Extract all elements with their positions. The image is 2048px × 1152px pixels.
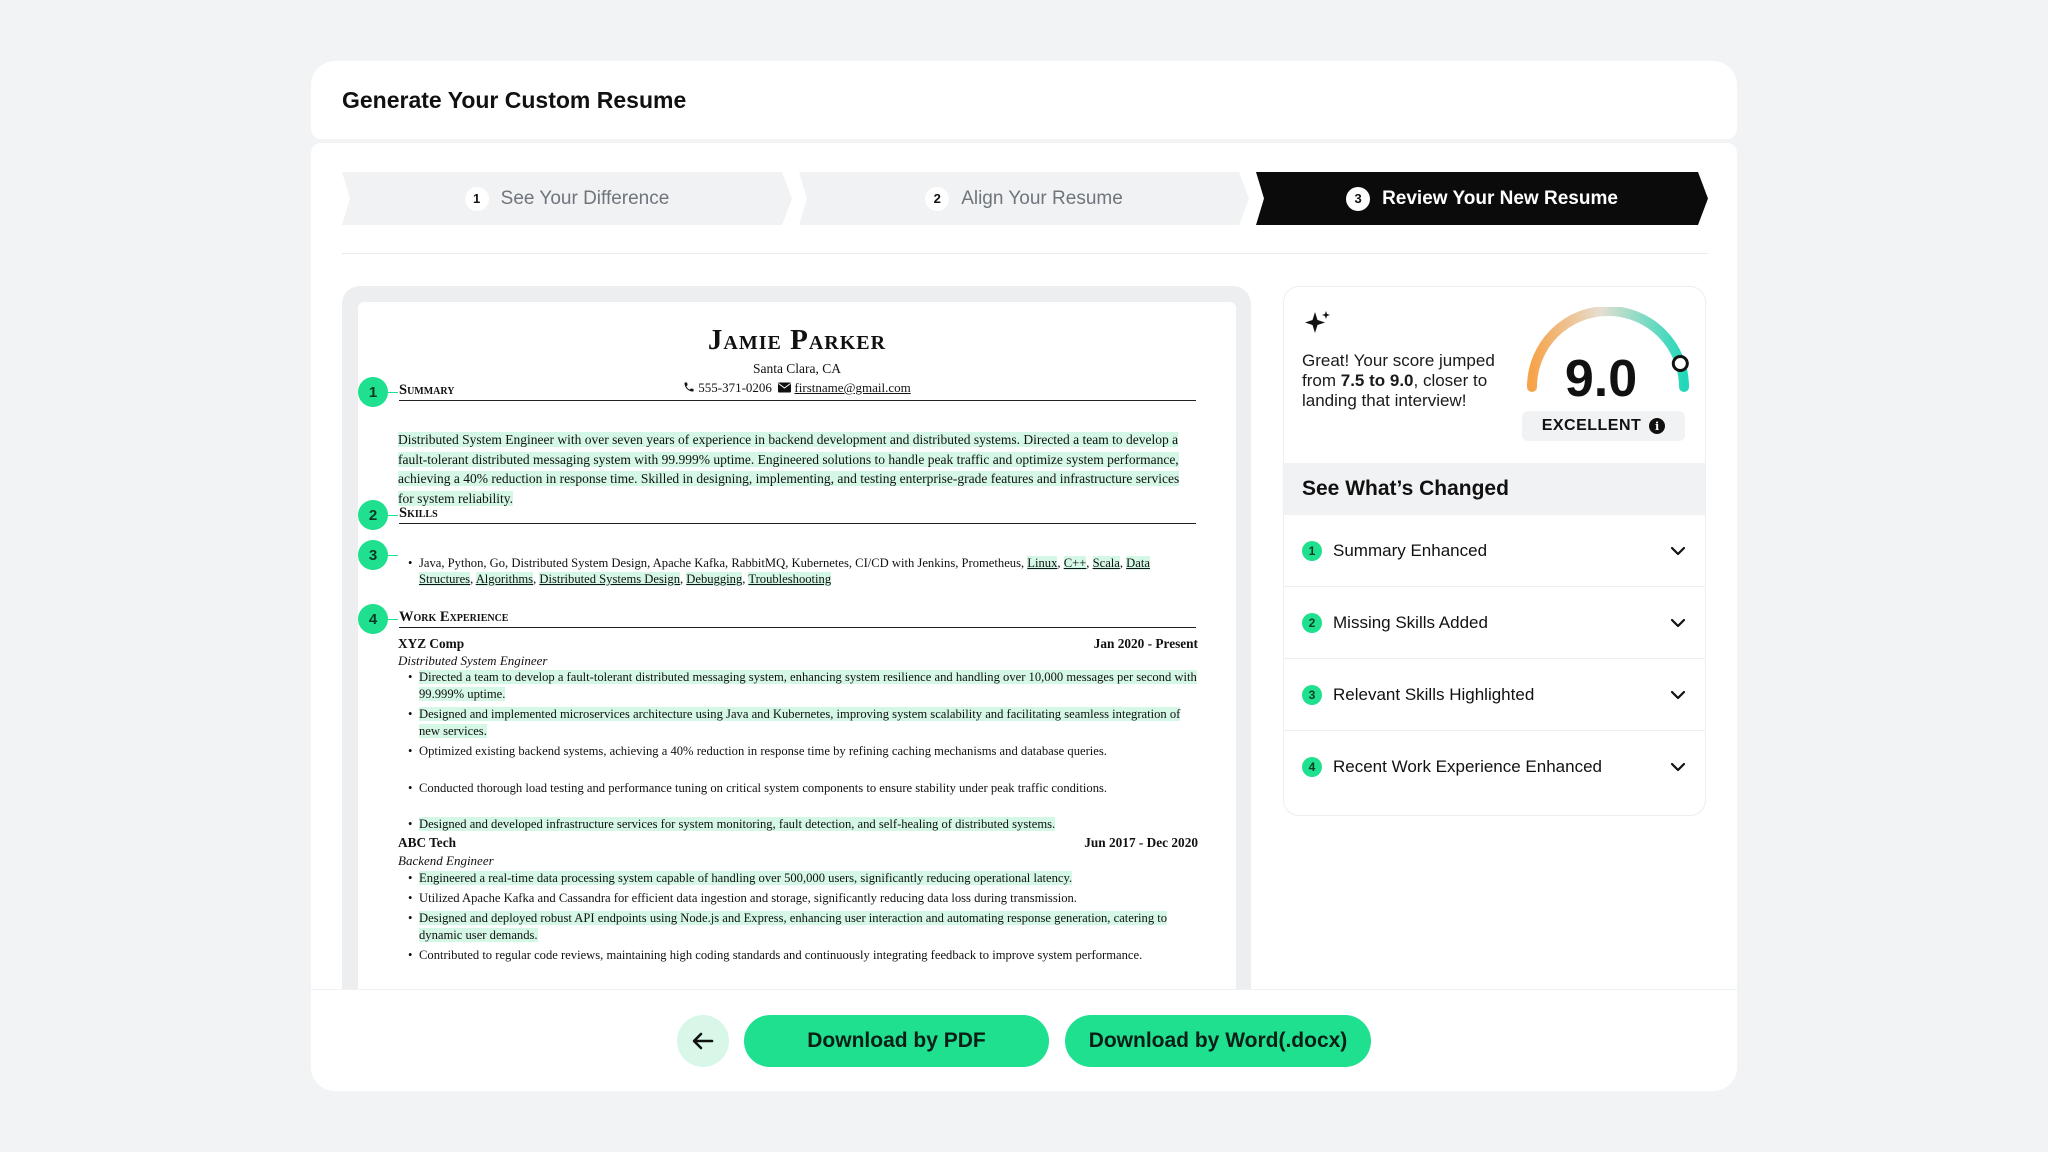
page-title: Generate Your Custom Resume [342,87,687,113]
back-button[interactable] [677,1015,729,1067]
page-header: Generate Your Custom Resume [311,61,1737,139]
skills-list: • Java, Python, Go, Distributed System De… [408,556,1150,586]
change-marker-1[interactable]: 1 [358,377,388,407]
step-label: See Your Difference [500,187,670,209]
skill-added: Troubleshooting [748,572,832,586]
skill-added: Distributed Systems Design [539,572,680,586]
change-label: Relevant Skills Highlighted [1333,684,1535,704]
job-role: Distributed System Engineer [398,653,548,668]
change-label: Recent Work Experience Enhanced [1333,757,1603,776]
step-label: Align Your Resume [961,187,1123,209]
resume-name: Jamie Parker [707,324,887,356]
job-bullet: Designed and developed infrastructure se… [408,816,1199,833]
change-item-work-experience[interactable]: 4 Recent Work Experience Enhanced [1284,731,1705,803]
score-rating-badge: EXCELLENT i [1522,411,1685,441]
bullet-text-highlight: Designed and implemented microservices a… [419,707,1181,738]
step-see-difference[interactable]: 1 See Your Difference [342,172,792,225]
skills-existing: Java, Python, Go, Distributed System Des… [419,556,1025,570]
section-work-heading: Work Experience [399,609,1196,628]
job-company: XYZ Comp [398,636,465,651]
step-align-resume[interactable]: 2 Align Your Resume [799,172,1249,225]
score-value: 9.0 [1564,350,1638,408]
changes-heading: See What’s Changed [1284,463,1705,515]
skill-added: Algorithms [475,572,534,586]
resume-document: Jamie Parker Santa Clara, CA 555-371-020… [358,302,1236,1086]
job-bullet: Utilized Apache Kafka and Cassandra for … [408,890,1199,907]
change-number: 3 [1302,684,1322,705]
chevron-down-icon[interactable] [1669,758,1687,776]
marker-connector [386,619,398,620]
job-role: Backend Engineer [398,853,494,868]
score-message: Great! Your score jumped from 7.5 to 9.0… [1302,351,1512,411]
skill-added: Scala [1092,556,1120,570]
job-dates: Jun 2017 - Dec 2020 [1084,835,1198,850]
change-marker-2[interactable]: 2 [358,500,388,530]
score-card: Great! Your score jumped from 7.5 to 9.0… [1283,286,1706,816]
job-bullet: Designed and implemented microservices a… [408,706,1199,740]
change-number: 1 [1302,540,1322,561]
main-card: 1 See Your Difference 2 Align Your Resum… [311,143,1737,1091]
change-item-skills-highlighted[interactable]: 3 Relevant Skills Highlighted [1284,659,1705,731]
job-bullet: Contributed to regular code reviews, mai… [408,947,1199,964]
score-rating: EXCELLENT [1541,417,1642,434]
resume-preview-panel[interactable]: Jamie Parker Santa Clara, CA 555-371-020… [342,286,1251,1086]
marker-connector [386,555,398,556]
step-number: 1 [464,186,489,211]
marker-connector [386,515,398,516]
job-bullet: Engineered a real-time data processing s… [408,870,1199,887]
change-label: Summary Enhanced [1333,540,1488,560]
change-label: Missing Skills Added [1333,612,1488,632]
job-bullet: Directed a team to develop a fault-toler… [408,669,1199,703]
resume-location: Santa Clara, CA [752,361,842,376]
download-word-button[interactable]: Download by Word(.docx) [1065,1015,1371,1067]
job-header: ABC Tech Jun 2017 - Dec 2020 [398,835,1198,851]
bullet-text-highlight: Designed and developed infrastructure se… [419,817,1056,831]
arrow-left-icon [692,1032,714,1050]
summary-highlight: Distributed System Engineer with over se… [398,432,1180,506]
bullet-text-highlight: Directed a team to develop a fault-toler… [419,670,1197,701]
summary-text: Distributed System Engineer with over se… [398,430,1198,508]
download-pdf-button[interactable]: Download by PDF [744,1015,1049,1067]
job-dates: Jan 2020 - Present [1093,636,1198,651]
step-progress: 1 See Your Difference 2 Align Your Resum… [342,172,1708,225]
chevron-down-icon[interactable] [1669,686,1687,704]
change-marker-3[interactable]: 3 [358,540,388,570]
change-item-summary[interactable]: 1 Summary Enhanced [1284,515,1705,587]
change-item-skills-added[interactable]: 2 Missing Skills Added [1284,587,1705,659]
divider [342,253,1708,254]
step-number: 2 [925,186,950,211]
action-bar: Download by PDF Download by Word(.docx) [311,989,1737,1091]
job-header: XYZ Comp Jan 2020 - Present [398,636,1198,652]
skill-added: Debugging [686,572,743,586]
change-marker-4[interactable]: 4 [358,604,388,634]
info-icon[interactable]: i [1649,418,1666,434]
job-bullet: Optimized existing backend systems, achi… [408,743,1199,760]
score-message-change: 7.5 to 9.0 [1340,371,1414,390]
job-bullet: Conducted thorough load testing and perf… [408,780,1199,797]
section-skills-heading: Skills [399,505,1196,524]
change-number: 4 [1302,757,1322,777]
skill-added: C++ [1063,556,1087,570]
bullet-text-highlight: Designed and deployed robust API endpoin… [419,911,1168,942]
step-number: 3 [1346,186,1371,211]
marker-connector [386,392,398,393]
section-summary-heading: Summary [399,382,1196,401]
skill-added: Linux [1027,556,1058,570]
job-company: ABC Tech [398,835,457,850]
step-review-resume[interactable]: 3 Review Your New Resume [1256,172,1708,225]
chevron-down-icon[interactable] [1669,614,1687,632]
change-number: 2 [1302,612,1322,633]
bullet-text-highlight: Engineered a real-time data processing s… [419,871,1073,885]
sparkle-icon [1302,309,1332,344]
gauge-knob [1671,355,1689,372]
job-bullet: Designed and deployed robust API endpoin… [408,910,1199,944]
chevron-down-icon[interactable] [1669,542,1687,560]
step-label: Review Your New Resume [1382,187,1618,209]
